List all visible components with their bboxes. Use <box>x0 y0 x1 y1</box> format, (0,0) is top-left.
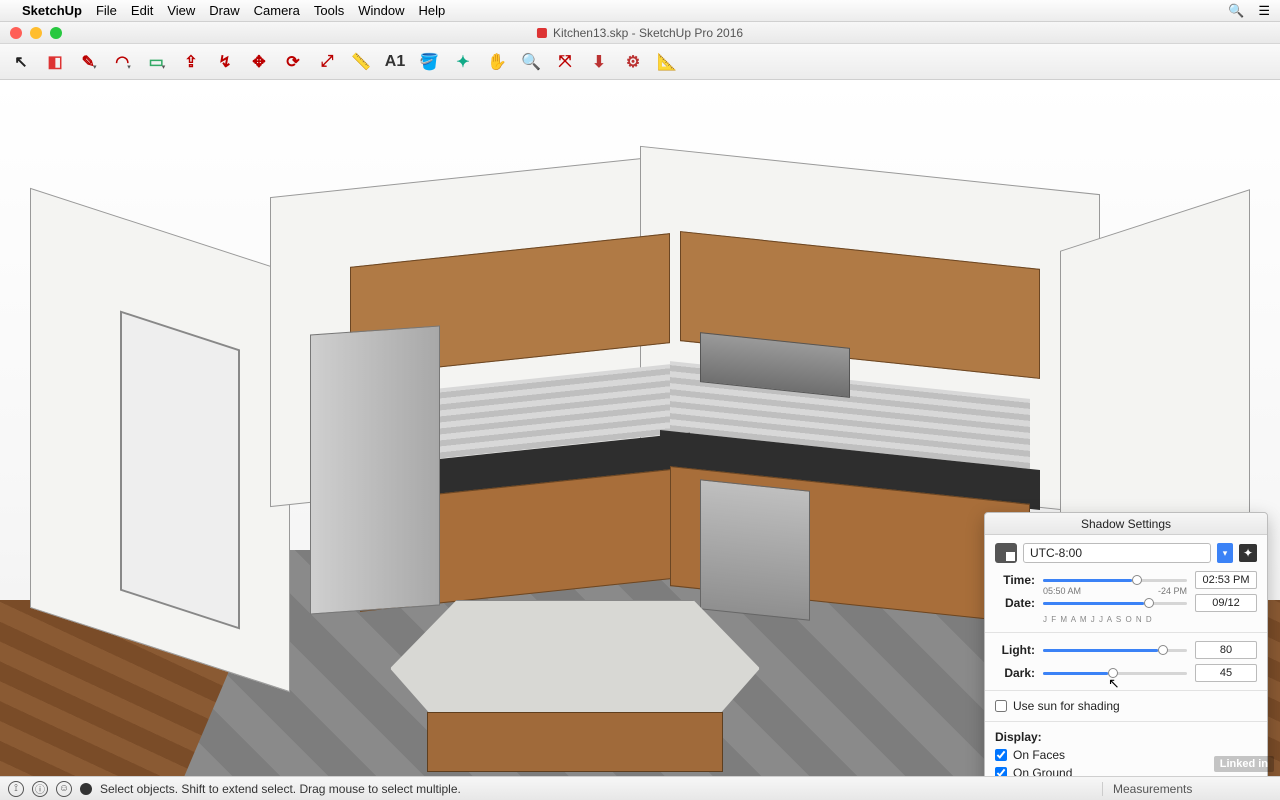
menu-help[interactable]: Help <box>418 3 445 18</box>
time-slider[interactable]: 05:50 AM -24 PM <box>1043 572 1187 588</box>
line-tool[interactable]: ✎▾ <box>74 48 104 76</box>
scale-tool[interactable]: ⤢ <box>312 48 342 76</box>
dark-slider[interactable] <box>1043 665 1187 681</box>
window-title: Kitchen13.skp - SketchUp Pro 2016 <box>537 26 743 40</box>
spotlight-icon[interactable]: 🔍 <box>1228 3 1244 19</box>
window-close-button[interactable] <box>10 27 22 39</box>
menu-list-icon[interactable]: ☰ <box>1258 3 1270 19</box>
status-bar: ⟟ ⓘ ☺ Select objects. Shift to extend se… <box>0 776 1280 800</box>
status-dot-icon <box>80 783 92 795</box>
paint-bucket-tool[interactable]: 🪣 <box>414 48 444 76</box>
layout-tool[interactable]: 📐 <box>652 48 682 76</box>
window-minimize-button[interactable] <box>30 27 42 39</box>
linkedin-watermark: Linked in <box>1214 756 1274 772</box>
extension-warehouse-tool[interactable]: ⚙ <box>618 48 648 76</box>
window-title-text: Kitchen13.skp - SketchUp Pro 2016 <box>553 26 743 40</box>
zoom-extents-tool[interactable]: ⤧ <box>550 48 580 76</box>
pan-tool[interactable]: ✋ <box>482 48 512 76</box>
date-label: Date: <box>995 596 1035 610</box>
month-ticks: J F M A M J J A S O N D <box>1043 615 1187 624</box>
eraser-tool[interactable]: ◧ <box>40 48 70 76</box>
time-label: Time: <box>995 573 1035 587</box>
move-tool[interactable]: ✥ <box>244 48 274 76</box>
tape-measure-tool[interactable]: 📏 <box>346 48 376 76</box>
menu-draw[interactable]: Draw <box>209 3 239 18</box>
get-models-tool[interactable]: ⬇ <box>584 48 614 76</box>
select-tool[interactable]: ↖ <box>6 48 36 76</box>
date-value[interactable]: 09/12 <box>1195 594 1257 612</box>
macos-menubar: SketchUp File Edit View Draw Camera Tool… <box>0 0 1280 22</box>
shadow-settings-panel[interactable]: Shadow Settings UTC-8:00 ▾ ✦ Time: 05:50… <box>984 512 1268 776</box>
offset-tool[interactable]: ↯ <box>210 48 240 76</box>
push-pull-tool[interactable]: ⇪ <box>176 48 206 76</box>
dark-value[interactable]: 45 <box>1195 664 1257 682</box>
refrigerator <box>310 325 440 614</box>
use-sun-checkbox[interactable]: Use sun for shading <box>995 699 1257 713</box>
timezone-dropdown-icon[interactable]: ▾ <box>1217 543 1233 563</box>
text-tool[interactable]: A1 <box>380 48 410 76</box>
status-hint: Select objects. Shift to extend select. … <box>100 782 461 796</box>
doorway <box>120 311 240 630</box>
zoom-tool[interactable]: 🔍 <box>516 48 546 76</box>
kitchen-island <box>390 600 760 776</box>
dark-label: Dark: <box>995 666 1035 680</box>
panel-title[interactable]: Shadow Settings <box>985 513 1267 535</box>
app-menu[interactable]: SketchUp <box>22 3 82 18</box>
document-icon <box>537 28 547 38</box>
date-slider[interactable] <box>1043 595 1187 611</box>
panel-expand-button[interactable]: ✦ <box>1239 544 1257 562</box>
model-viewport[interactable]: Shadow Settings UTC-8:00 ▾ ✦ Time: 05:50… <box>0 80 1280 776</box>
display-section-label: Display: <box>995 730 1257 744</box>
light-slider[interactable] <box>1043 642 1187 658</box>
rectangle-tool[interactable]: ▭▾ <box>142 48 172 76</box>
menu-edit[interactable]: Edit <box>131 3 153 18</box>
timezone-field[interactable]: UTC-8:00 <box>1023 543 1211 563</box>
window-titlebar: Kitchen13.skp - SketchUp Pro 2016 <box>0 22 1280 44</box>
rotate-tool[interactable]: ⟳ <box>278 48 308 76</box>
light-label: Light: <box>995 643 1035 657</box>
window-zoom-button[interactable] <box>50 27 62 39</box>
menu-view[interactable]: View <box>167 3 195 18</box>
main-toolbar: ↖◧✎▾◠▾▭▾⇪↯✥⟳⤢📏A1🪣✦✋🔍⤧⬇⚙📐 <box>0 44 1280 80</box>
light-value[interactable]: 80 <box>1195 641 1257 659</box>
shadow-toggle-icon[interactable] <box>995 543 1017 563</box>
menu-camera[interactable]: Camera <box>254 3 300 18</box>
profile-status-icon[interactable]: ☺ <box>56 781 72 797</box>
menu-window[interactable]: Window <box>358 3 404 18</box>
time-value[interactable]: 02:53 PM <box>1195 571 1257 589</box>
menu-tools[interactable]: Tools <box>314 3 344 18</box>
orbit-tool[interactable]: ✦ <box>448 48 478 76</box>
menu-file[interactable]: File <box>96 3 117 18</box>
arc-tool[interactable]: ◠▾ <box>108 48 138 76</box>
credits-status-icon[interactable]: ⓘ <box>32 781 48 797</box>
measurements-label: Measurements <box>1102 782 1272 796</box>
geolocation-status-icon[interactable]: ⟟ <box>8 781 24 797</box>
